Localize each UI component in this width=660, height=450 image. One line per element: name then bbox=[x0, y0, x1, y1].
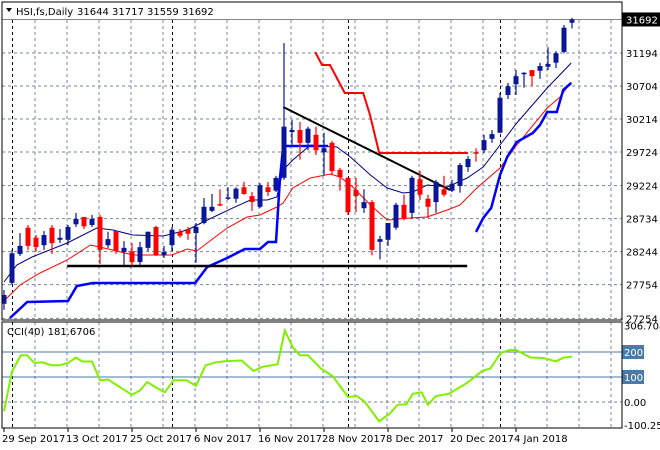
bullish-candle bbox=[41, 235, 47, 246]
bullish-candle bbox=[305, 128, 311, 143]
bullish-candle bbox=[409, 177, 415, 213]
date-label: 4 Jan 2018 bbox=[514, 434, 568, 445]
date-label: 16 Nov 2017 bbox=[258, 434, 322, 445]
bullish-candle bbox=[449, 183, 455, 191]
bearish-candle bbox=[185, 229, 191, 234]
bullish-candle bbox=[9, 253, 15, 283]
bullish-candle bbox=[233, 188, 239, 199]
bearish-candle bbox=[265, 187, 271, 192]
bullish-candle bbox=[73, 218, 79, 225]
cci-tick-label: -100.258 bbox=[624, 421, 660, 432]
bearish-candle bbox=[313, 134, 319, 151]
bullish-candle bbox=[273, 177, 279, 191]
bullish-candle bbox=[193, 227, 199, 234]
price-tick-label: 29224 bbox=[626, 182, 658, 193]
bullish-candle bbox=[569, 19, 575, 23]
price-tick-label: 29724 bbox=[626, 148, 658, 159]
price-tick-label: 28244 bbox=[626, 248, 658, 259]
bearish-candle bbox=[33, 237, 39, 248]
bullish-candle bbox=[17, 245, 23, 254]
bullish-candle bbox=[465, 158, 471, 168]
price-tick-label: 28734 bbox=[626, 215, 658, 226]
bearish-candle bbox=[249, 196, 255, 203]
bullish-candle bbox=[57, 237, 63, 240]
bearish-candle bbox=[177, 231, 183, 236]
cci-label: CCI(40) 181.6706 bbox=[7, 327, 95, 338]
bullish-candle bbox=[121, 247, 127, 252]
bullish-candle bbox=[489, 134, 495, 139]
cci-tick-label: 0.00 bbox=[624, 398, 646, 409]
bullish-candle bbox=[281, 126, 287, 178]
bearish-candle bbox=[97, 216, 103, 250]
bullish-candle bbox=[537, 66, 543, 71]
bearish-candle bbox=[297, 130, 303, 143]
cci-tick-label: 306.7083 bbox=[624, 321, 660, 332]
bullish-candle bbox=[65, 227, 71, 240]
bearish-candle bbox=[353, 189, 359, 197]
date-label: 6 Nov 2017 bbox=[194, 434, 252, 445]
bullish-candle bbox=[105, 239, 111, 246]
bearish-candle bbox=[473, 152, 479, 154]
bearish-candle bbox=[345, 177, 351, 213]
bearish-candle bbox=[329, 142, 335, 172]
bearish-candle bbox=[401, 204, 407, 219]
bearish-candle bbox=[113, 231, 119, 252]
bearish-candle bbox=[369, 202, 375, 250]
date-label: 25 Oct 2017 bbox=[130, 434, 192, 445]
price-tick-label: 30214 bbox=[626, 115, 658, 126]
price-tick-label: 31194 bbox=[626, 49, 658, 60]
bullish-candle bbox=[169, 229, 175, 246]
bullish-candle bbox=[145, 231, 151, 248]
bearish-candle bbox=[153, 227, 159, 256]
bullish-candle bbox=[161, 251, 167, 256]
bullish-candle bbox=[561, 27, 567, 52]
bullish-candle bbox=[385, 222, 391, 240]
date-label: 28 Nov 2017 bbox=[322, 434, 386, 445]
bullish-candle bbox=[497, 97, 503, 133]
bearish-candle bbox=[217, 204, 223, 206]
bullish-candle bbox=[393, 204, 399, 228]
bullish-candle bbox=[137, 247, 143, 263]
bearish-candle bbox=[129, 251, 135, 263]
bearish-candle bbox=[241, 187, 247, 195]
current-price-label: 31692 bbox=[626, 15, 658, 26]
bearish-candle bbox=[337, 169, 343, 178]
cci-tick-label: 200 bbox=[624, 348, 643, 359]
cci-tick-label: 100 bbox=[624, 373, 643, 384]
symbol-label: HSI,fs,Daily bbox=[16, 7, 73, 18]
bullish-candle bbox=[209, 206, 215, 211]
date-label: 20 Dec 2017 bbox=[450, 434, 514, 445]
bullish-candle bbox=[505, 86, 511, 96]
bullish-candle bbox=[321, 148, 327, 153]
bullish-candle bbox=[225, 197, 231, 199]
bullish-candle bbox=[257, 185, 263, 207]
date-label: 13 Oct 2017 bbox=[66, 434, 128, 445]
bearish-candle bbox=[441, 189, 447, 195]
bearish-candle bbox=[425, 198, 431, 207]
bearish-candle bbox=[25, 227, 31, 246]
bullish-candle bbox=[289, 130, 295, 133]
bullish-candle bbox=[553, 53, 559, 63]
date-label: 8 Dec 2017 bbox=[386, 434, 444, 445]
date-label: 29 Sep 2017 bbox=[2, 434, 65, 445]
price-tick-label: 30704 bbox=[626, 82, 658, 93]
bullish-candle bbox=[89, 218, 95, 225]
bearish-candle bbox=[49, 227, 55, 244]
bullish-candle bbox=[545, 64, 551, 67]
bullish-candle bbox=[377, 239, 383, 242]
bullish-candle bbox=[513, 76, 519, 85]
bearish-candle bbox=[417, 179, 423, 195]
bullish-candle bbox=[457, 165, 463, 186]
ohlc-values: 31644 31717 31559 31692 bbox=[77, 7, 214, 18]
bullish-candle bbox=[201, 206, 207, 223]
bullish-candle bbox=[521, 72, 527, 75]
bullish-candle bbox=[481, 140, 487, 151]
trading-chart[interactable]: 31194 30704 30214 29724 29224 28734 28244 27754… bbox=[0, 0, 660, 450]
bullish-candle bbox=[361, 202, 367, 209]
bearish-candle bbox=[529, 70, 535, 77]
bullish-candle bbox=[433, 181, 439, 203]
price-tick-label: 27754 bbox=[626, 281, 658, 292]
bearish-candle bbox=[81, 216, 87, 227]
